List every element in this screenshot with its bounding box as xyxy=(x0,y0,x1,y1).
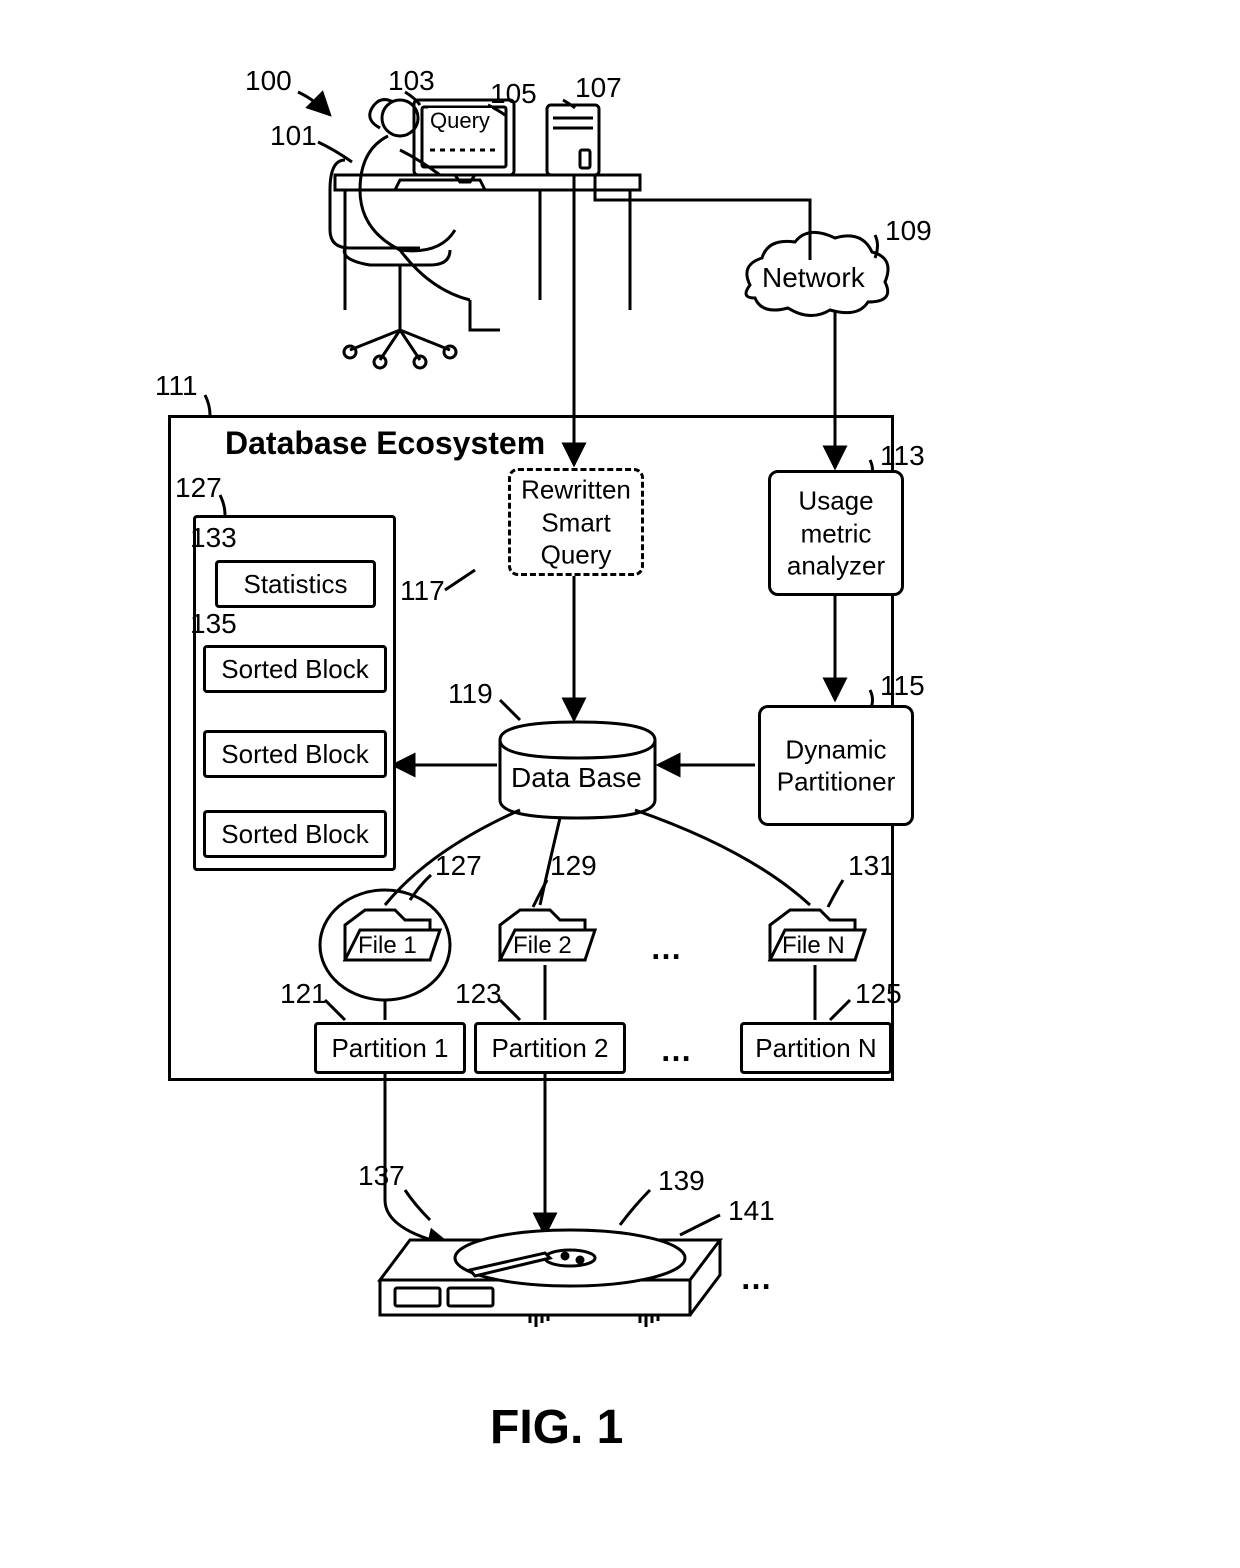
partition2-text: Partition 2 xyxy=(477,1032,623,1065)
dynamic-partitioner-box: Dynamic Partitioner xyxy=(758,705,914,826)
ref-127b: 127 xyxy=(435,850,482,882)
usage-metric-analyzer-box: Usage metric analyzer xyxy=(768,470,904,596)
ref-103: 103 xyxy=(388,65,435,97)
network-label: Network xyxy=(762,262,865,294)
ref-131: 131 xyxy=(848,850,895,882)
sorted-block-2-text: Sorted Block xyxy=(206,738,384,771)
disks-ellipsis: … xyxy=(740,1260,772,1297)
sorted-block-1-text: Sorted Block xyxy=(206,653,384,686)
partitionN-text: Partition N xyxy=(743,1032,889,1065)
statistics-box: Statistics xyxy=(215,560,376,608)
sorted-block-3: Sorted Block xyxy=(203,810,387,858)
dynamic-partitioner-text: Dynamic Partitioner xyxy=(761,733,911,798)
partition1-box: Partition 1 xyxy=(314,1022,466,1074)
ref-111: 111 xyxy=(155,370,198,402)
partitionN-box: Partition N xyxy=(740,1022,892,1074)
ref-100: 100 xyxy=(245,65,292,97)
sorted-block-2: Sorted Block xyxy=(203,730,387,778)
ref-137: 137 xyxy=(358,1160,405,1192)
ref-101: 101 xyxy=(270,120,317,152)
disk-drive-shape xyxy=(380,1230,720,1327)
partitions-ellipsis: … xyxy=(660,1032,692,1069)
ref-133: 133 xyxy=(190,522,237,554)
statistics-text: Statistics xyxy=(218,568,373,601)
ref-121: 121 xyxy=(280,978,327,1010)
fileN-label: File N xyxy=(782,932,845,960)
ref-125: 125 xyxy=(855,978,902,1010)
rewritten-smart-query-text: Rewritten Smart Query xyxy=(511,473,641,571)
ref-109: 109 xyxy=(885,215,932,247)
ref-129: 129 xyxy=(550,850,597,882)
file1-label: File 1 xyxy=(358,932,417,960)
ref-135: 135 xyxy=(190,608,237,640)
ref-115: 115 xyxy=(880,670,925,702)
ref-117: 117 xyxy=(400,575,445,607)
usage-metric-analyzer-text: Usage metric analyzer xyxy=(771,484,901,582)
ref-123: 123 xyxy=(455,978,502,1010)
query-label: Query xyxy=(428,108,492,134)
sorted-block-1: Sorted Block xyxy=(203,645,387,693)
ecosystem-title: Database Ecosystem xyxy=(225,425,545,462)
ref-141: 141 xyxy=(728,1195,775,1227)
ref-119: 119 xyxy=(448,678,493,710)
partition1-text: Partition 1 xyxy=(317,1032,463,1065)
database-label: Data Base xyxy=(511,762,642,794)
ref-127a: 127 xyxy=(175,472,222,504)
ref-113: 113 xyxy=(880,440,925,472)
rewritten-smart-query-box: Rewritten Smart Query xyxy=(508,468,644,576)
sorted-block-3-text: Sorted Block xyxy=(206,818,384,851)
workstation-illustration xyxy=(330,100,640,368)
files-ellipsis: … xyxy=(650,930,682,967)
ref-105: 105 xyxy=(490,78,537,110)
partition2-box: Partition 2 xyxy=(474,1022,626,1074)
ref-107: 107 xyxy=(575,72,622,104)
file2-label: File 2 xyxy=(513,932,572,960)
figure-caption: FIG. 1 xyxy=(490,1400,623,1455)
ref-139: 139 xyxy=(658,1165,705,1197)
